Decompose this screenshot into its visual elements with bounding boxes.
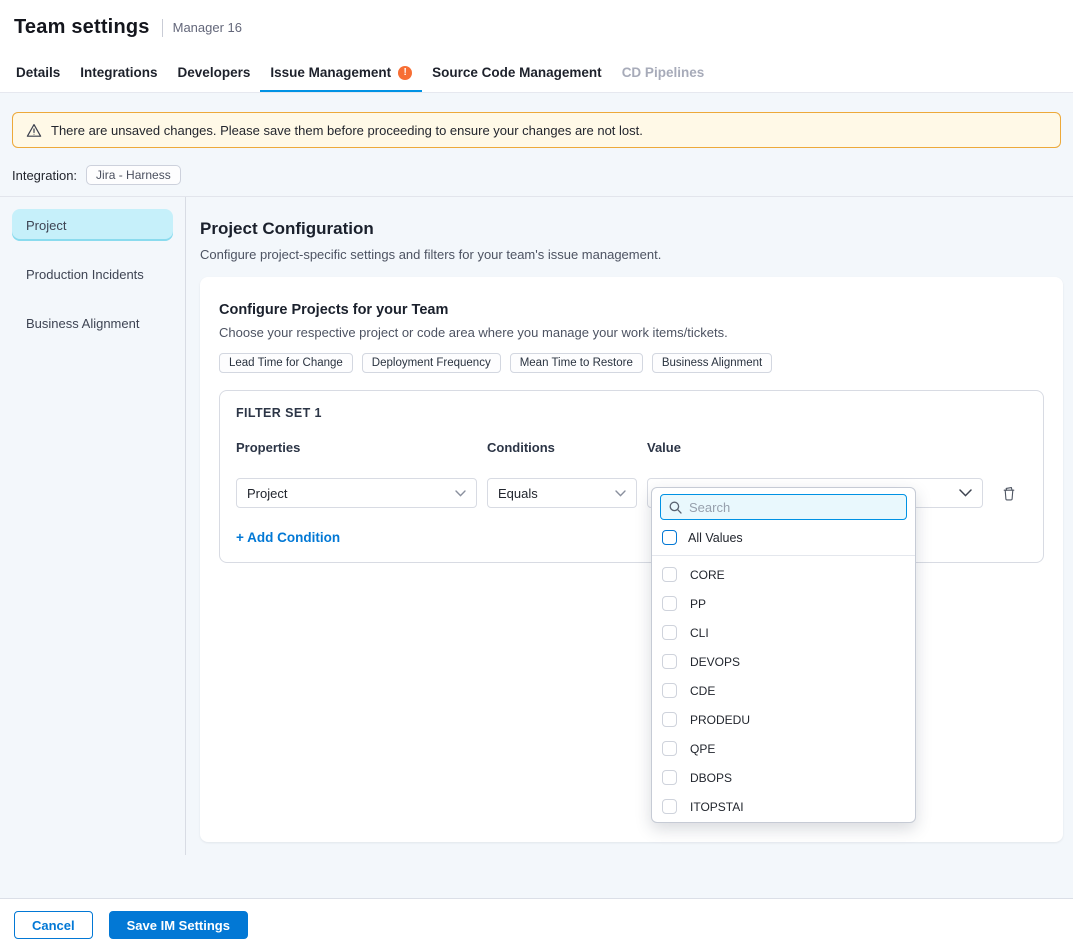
search-input[interactable]	[689, 500, 898, 515]
add-condition-button[interactable]: + Add Condition	[236, 530, 340, 545]
tab-issue-management[interactable]: Issue Management!	[260, 55, 422, 92]
select-all-option[interactable]: All Values	[652, 526, 915, 556]
dropdown-option-cli[interactable]: CLI	[652, 618, 915, 647]
metric-tag-deployment-frequency: Deployment Frequency	[362, 353, 501, 373]
option-checkbox[interactable]	[662, 567, 677, 582]
metric-tag-business-alignment: Business Alignment	[652, 353, 772, 373]
unsaved-changes-banner: There are unsaved changes. Please save t…	[12, 112, 1061, 148]
dropdown-search-box[interactable]	[660, 494, 907, 520]
dropdown-option-list: CORE PP CLI DEVOPS CDE PRODEDU QPE DBOPS ITOPSTA…	[652, 560, 915, 823]
tab-integrations[interactable]: Integrations	[70, 55, 167, 92]
option-label: ITOPSTAI	[690, 800, 744, 814]
warning-icon	[26, 123, 42, 138]
filter-set-title: FILTER SET 1	[236, 406, 1027, 420]
dropdown-search-wrap	[652, 488, 915, 526]
card-title: Configure Projects for your Team	[219, 302, 1044, 318]
option-checkbox[interactable]	[662, 683, 677, 698]
dropdown-option-itopstai[interactable]: ITOPSTAI	[652, 792, 915, 821]
integration-chip[interactable]: Jira - Harness	[86, 165, 181, 185]
tab-developers[interactable]: Developers	[168, 55, 261, 92]
sidebar-item-project[interactable]: Project	[12, 209, 173, 241]
main-panel: Project Configuration Configure project-…	[186, 197, 1073, 855]
tab-label: CD Pipelines	[622, 65, 705, 80]
column-header-conditions: Conditions	[487, 440, 637, 455]
option-checkbox[interactable]	[662, 741, 677, 756]
dropdown-option-devops[interactable]: DEVOPS	[652, 647, 915, 676]
title-divider	[162, 19, 163, 37]
tab-label: Integrations	[80, 65, 157, 80]
option-checkbox[interactable]	[662, 596, 677, 611]
column-header-value: Value	[647, 440, 983, 455]
condition-select[interactable]: Equals	[487, 478, 637, 508]
option-label: CDE	[690, 684, 715, 698]
dropdown-option-pp[interactable]: PP	[652, 589, 915, 618]
tab-cd-pipelines[interactable]: CD Pipelines	[612, 55, 715, 92]
dropdown-option-dbops[interactable]: DBOPS	[652, 763, 915, 792]
page-title: Team settings	[14, 16, 150, 39]
option-checkbox[interactable]	[662, 770, 677, 785]
value-dropdown-panel: All Values CORE PP CLI DEVOPS CDE PRODEDU QPE D…	[651, 487, 916, 823]
sidebar-item-production-incidents[interactable]: Production Incidents	[12, 258, 173, 290]
delete-filter-row-button[interactable]	[997, 481, 1021, 505]
option-label: PP	[690, 597, 706, 611]
save-im-settings-button[interactable]: Save IM Settings	[109, 911, 248, 939]
metric-tags: Lead Time for Change Deployment Frequency…	[219, 353, 1044, 373]
option-checkbox[interactable]	[662, 625, 677, 640]
option-label: PRODEDU	[690, 713, 750, 727]
chevron-down-icon	[455, 490, 466, 497]
search-icon	[669, 501, 682, 514]
select-all-label: All Values	[688, 531, 743, 545]
option-label: DBOPS	[690, 771, 732, 785]
chevron-down-icon	[615, 490, 626, 497]
section-description: Configure project-specific settings and …	[200, 247, 1063, 262]
option-checkbox[interactable]	[662, 799, 677, 814]
unsaved-indicator-badge: !	[398, 66, 412, 80]
card-subtitle: Choose your respective project or code a…	[219, 325, 1044, 340]
tab-details[interactable]: Details	[6, 55, 70, 92]
option-label: DEVOPS	[690, 655, 740, 669]
dropdown-option-qpe[interactable]: QPE	[652, 734, 915, 763]
project-config-card: Configure Projects for your Team Choose …	[200, 277, 1063, 842]
property-select-value: Project	[247, 486, 287, 501]
filter-set-box: FILTER SET 1 Properties Conditions Value…	[219, 390, 1044, 563]
integration-row: Integration: Jira - Harness	[12, 165, 1061, 185]
action-footer: Cancel Save IM Settings	[0, 898, 1073, 951]
tab-label: Details	[16, 65, 60, 80]
dropdown-option-cde[interactable]: CDE	[652, 676, 915, 705]
metric-tag-lead-time-for-change: Lead Time for Change	[219, 353, 353, 373]
tab-label: Source Code Management	[432, 65, 602, 80]
option-checkbox[interactable]	[662, 654, 677, 669]
option-label: CORE	[690, 568, 725, 582]
page-header: Team settings Manager 16	[0, 0, 1073, 55]
tab-source-code-management[interactable]: Source Code Management	[422, 55, 612, 92]
settings-sidebar: Project Production Incidents Business Alig…	[0, 197, 186, 855]
cancel-button[interactable]: Cancel	[14, 911, 93, 939]
dropdown-option-core[interactable]: CORE	[652, 560, 915, 589]
tab-label: Developers	[178, 65, 251, 80]
metric-tag-mean-time-to-restore: Mean Time to Restore	[510, 353, 643, 373]
team-settings-page: Team settings Manager 16 Details Integrat…	[0, 0, 1073, 951]
team-name-label: Manager 16	[173, 20, 242, 35]
sidebar-item-business-alignment[interactable]: Business Alignment	[12, 307, 173, 339]
tab-bar: Details Integrations Developers Issue Manag…	[0, 55, 1073, 93]
dropdown-option-prodedu[interactable]: PRODEDU	[652, 705, 915, 734]
property-select[interactable]: Project	[236, 478, 477, 508]
tab-label: Issue Management	[270, 65, 391, 80]
option-label: QPE	[690, 742, 715, 756]
chevron-down-icon	[959, 489, 972, 497]
option-checkbox[interactable]	[662, 712, 677, 727]
dropdown-option-pipe[interactable]: PIPE	[652, 821, 915, 823]
select-all-checkbox[interactable]	[662, 530, 677, 545]
banner-text: There are unsaved changes. Please save t…	[51, 123, 643, 138]
integration-label: Integration:	[12, 168, 77, 183]
condition-select-value: Equals	[498, 486, 538, 501]
column-header-properties: Properties	[236, 440, 477, 455]
option-label: CLI	[690, 626, 709, 640]
section-title: Project Configuration	[200, 219, 1063, 239]
